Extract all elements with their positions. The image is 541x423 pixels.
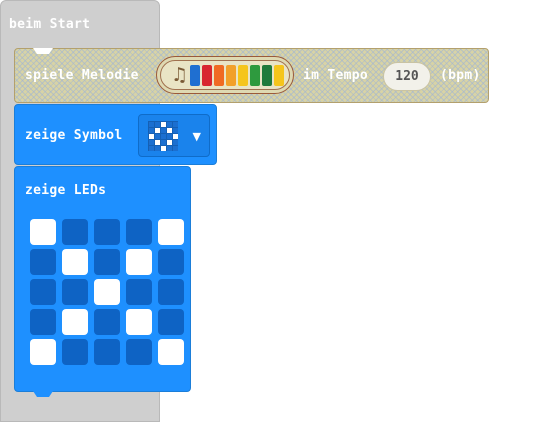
block-notch [33, 48, 53, 54]
icon-preview-cell [155, 128, 160, 133]
melody-note-5 [238, 65, 248, 86]
icon-preview-cell [149, 134, 154, 139]
tempo-input[interactable]: 120 [383, 62, 431, 91]
chevron-down-icon[interactable]: ▼ [193, 130, 201, 143]
led-1-4[interactable] [158, 249, 184, 275]
melody-notes [190, 65, 284, 86]
melody-note-1 [190, 65, 200, 86]
show-icon-label: zeige Symbol [25, 128, 123, 143]
icon-preview-cell [149, 128, 154, 133]
icon-preview-cell [155, 140, 160, 145]
icon-preview-cell [167, 140, 172, 145]
icon-preview-cell [173, 146, 178, 151]
bpm-label: (bpm) [440, 68, 481, 83]
icon-preview-cell [149, 140, 154, 145]
icon-preview-cell [167, 134, 172, 139]
led-3-2[interactable] [94, 309, 120, 335]
icon-preview-cell [155, 146, 160, 151]
tempo-label: im Tempo [303, 68, 369, 83]
led-0-1[interactable] [62, 219, 88, 245]
led-4-0[interactable] [30, 339, 56, 365]
icon-preview-cell [161, 140, 166, 145]
melody-note-6 [250, 65, 260, 86]
icon-preview-cell [161, 146, 166, 151]
play-melody-label: spiele Melodie [25, 68, 139, 83]
icon-preview-cell [161, 122, 166, 127]
diamond-icon [148, 121, 178, 151]
icon-preview-cell [155, 134, 160, 139]
led-matrix[interactable] [30, 219, 184, 365]
icon-preview-cell [173, 122, 178, 127]
play-melody-block[interactable]: spiele Melodie ♫ im Tempo 120 (bpm) [14, 48, 489, 103]
show-leds-label: zeige LEDs [25, 183, 107, 198]
show-icon-block[interactable]: zeige Symbol ▼ [14, 104, 217, 165]
icon-preview-cell [155, 122, 160, 127]
icon-preview-cell [161, 134, 166, 139]
led-1-3[interactable] [126, 249, 152, 275]
led-4-2[interactable] [94, 339, 120, 365]
led-1-2[interactable] [94, 249, 120, 275]
melody-editor-inner[interactable]: ♫ [160, 60, 290, 90]
icon-preview-cell [173, 128, 178, 133]
melody-note-3 [214, 65, 224, 86]
icon-preview-cell [167, 122, 172, 127]
led-1-1[interactable] [62, 249, 88, 275]
icon-preview-cell [167, 128, 172, 133]
led-4-1[interactable] [62, 339, 88, 365]
led-3-3[interactable] [126, 309, 152, 335]
melody-note-8 [274, 65, 284, 86]
melody-editor-field[interactable]: ♫ [156, 56, 294, 94]
led-3-1[interactable] [62, 309, 88, 335]
icon-preview-cell [149, 146, 154, 151]
led-1-0[interactable] [30, 249, 56, 275]
led-0-2[interactable] [94, 219, 120, 245]
led-0-3[interactable] [126, 219, 152, 245]
melody-note-4 [226, 65, 236, 86]
led-2-0[interactable] [30, 279, 56, 305]
led-3-4[interactable] [158, 309, 184, 335]
icon-preview-cell [173, 140, 178, 145]
music-note-icon: ♫ [171, 64, 189, 86]
led-3-0[interactable] [30, 309, 56, 335]
melody-note-7 [262, 65, 272, 86]
led-0-4[interactable] [158, 219, 184, 245]
led-4-4[interactable] [158, 339, 184, 365]
led-4-3[interactable] [126, 339, 152, 365]
icon-dropdown[interactable]: ▼ [138, 114, 210, 157]
led-2-1[interactable] [62, 279, 88, 305]
show-leds-block[interactable]: zeige LEDs [14, 166, 191, 397]
icon-preview-cell [161, 128, 166, 133]
led-2-2[interactable] [94, 279, 120, 305]
melody-note-2 [202, 65, 212, 86]
led-0-0[interactable] [30, 219, 56, 245]
led-2-3[interactable] [126, 279, 152, 305]
icon-preview-cell [173, 134, 178, 139]
icon-preview-cell [149, 122, 154, 127]
on-start-label: beim Start [9, 17, 91, 32]
icon-preview-cell [167, 146, 172, 151]
led-2-4[interactable] [158, 279, 184, 305]
